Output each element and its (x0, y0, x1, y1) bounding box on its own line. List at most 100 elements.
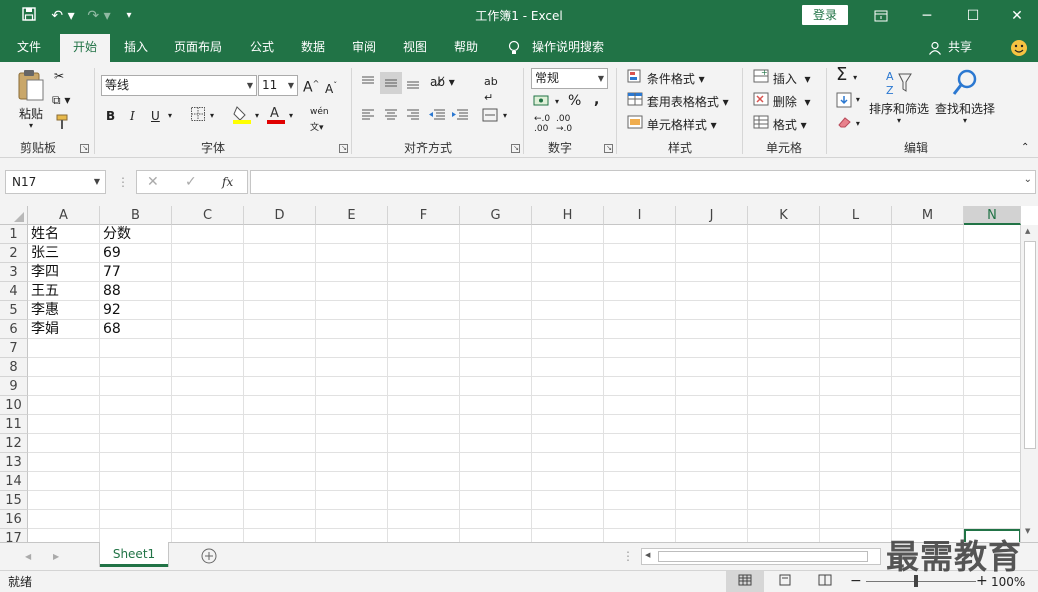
tell-me-search[interactable]: 操作说明搜索 (528, 32, 608, 62)
column-header[interactable]: B (100, 206, 172, 225)
font-color-icon[interactable]: A (266, 104, 286, 128)
column-header[interactable]: D (244, 206, 316, 225)
insert-function-icon[interactable]: fx (222, 174, 233, 190)
next-sheet-icon[interactable]: ▶ (53, 549, 59, 565)
cell[interactable]: 88 (100, 282, 172, 301)
formula-input[interactable]: ⌄ (250, 170, 1036, 194)
column-header[interactable]: K (748, 206, 820, 225)
increase-font-icon[interactable]: A^ (303, 76, 319, 96)
cut-icon[interactable]: ✂ (54, 68, 72, 84)
font-launcher-icon[interactable]: ↘ (339, 144, 348, 153)
cell[interactable]: 李惠 (28, 301, 100, 320)
row-header[interactable]: 15 (0, 491, 28, 510)
tab-help[interactable]: 帮助 (444, 32, 488, 62)
decrease-font-icon[interactable]: Aˇ (325, 78, 337, 97)
accounting-dropdown-icon[interactable]: ▾ (555, 94, 559, 110)
font-name-combo[interactable]: 等线 ▼ (101, 75, 257, 96)
row-header[interactable]: 3 (0, 263, 28, 282)
zoom-out-icon[interactable]: − (850, 573, 862, 589)
row-header[interactable]: 13 (0, 453, 28, 472)
font-size-combo[interactable]: 11 ▼ (258, 75, 298, 96)
fill-icon[interactable]: ▾ (836, 92, 860, 112)
cell[interactable]: 李四 (28, 263, 100, 282)
number-format-combo[interactable]: 常规 ▼ (531, 68, 608, 89)
cell[interactable]: 69 (100, 244, 172, 263)
normal-view-icon[interactable] (726, 571, 764, 592)
format-painter-icon[interactable] (54, 114, 72, 134)
scroll-left-icon[interactable]: ◀ (645, 551, 650, 559)
select-all-button[interactable] (0, 206, 28, 225)
column-header[interactable]: N (964, 206, 1021, 225)
decrease-indent-icon[interactable] (428, 108, 446, 126)
merge-dropdown-icon[interactable]: ▾ (503, 108, 507, 124)
align-right-icon[interactable] (405, 108, 421, 126)
row-header[interactable]: 1 (0, 225, 28, 244)
borders-dropdown-icon[interactable]: ▾ (210, 108, 214, 124)
cell[interactable]: 68 (100, 320, 172, 339)
tab-formulas[interactable]: 公式 (240, 32, 284, 62)
tab-insert[interactable]: 插入 (114, 32, 158, 62)
column-header[interactable]: A (28, 206, 100, 225)
sort-filter-button[interactable]: AZ 排序和筛选 ▾ (868, 69, 930, 125)
row-header[interactable]: 17 (0, 529, 28, 542)
vertical-scrollbar[interactable]: ▲ ▼ (1020, 225, 1038, 542)
format-as-table-button[interactable]: 套用表格格式 ▾ (627, 92, 729, 110)
underline-dropdown-icon[interactable]: ▾ (168, 108, 172, 124)
horizontal-scrollbar[interactable]: ◀ (641, 548, 881, 565)
comma-style-icon[interactable]: , (594, 92, 599, 108)
clear-icon[interactable]: ▾ (836, 116, 860, 132)
align-bottom-icon[interactable] (405, 74, 421, 94)
column-header[interactable]: C (172, 206, 244, 225)
minimize-button[interactable]: ─ (904, 0, 950, 32)
cancel-entry-icon[interactable]: ✕ (147, 174, 159, 190)
login-button[interactable]: 登录 (802, 5, 848, 25)
align-middle-icon[interactable] (380, 72, 402, 94)
increase-indent-icon[interactable] (451, 108, 469, 126)
row-header[interactable]: 11 (0, 415, 28, 434)
insert-cells-button[interactable]: + 插入 ▾ (753, 68, 811, 87)
increase-decimal-icon[interactable]: ←.0.00 (534, 114, 550, 134)
cell[interactable]: 分数 (100, 225, 172, 244)
fill-color-dropdown-icon[interactable]: ▾ (255, 108, 259, 124)
align-top-icon[interactable] (360, 74, 376, 94)
bold-button[interactable]: B (106, 108, 115, 124)
merge-center-icon[interactable] (482, 108, 498, 126)
row-header[interactable]: 14 (0, 472, 28, 491)
cell[interactable]: 92 (100, 301, 172, 320)
smiley-feedback-icon[interactable] (1008, 32, 1030, 62)
font-color-dropdown-icon[interactable]: ▾ (289, 108, 293, 124)
find-select-button[interactable]: 查找和选择 ▾ (932, 69, 998, 125)
cell[interactable]: 姓名 (28, 225, 100, 244)
name-box[interactable]: N17 ▼ (5, 170, 106, 194)
worksheet-grid[interactable]: ABCDEFGHIJKLMN 1 2 3 4 5 6 7 8 9 10 11 12 13 14 15 16 17… (0, 206, 1038, 542)
phonetic-guide-icon[interactable]: wén 文▾ (310, 104, 329, 136)
row-header[interactable]: 6 (0, 320, 28, 339)
delete-cells-button[interactable]: 删除 ▾ (753, 92, 811, 110)
column-header[interactable]: J (676, 206, 748, 225)
alignment-launcher-icon[interactable]: ↘ (511, 144, 520, 153)
column-header[interactable]: I (604, 206, 676, 225)
orientation-icon[interactable]: ab̸ ▾ (430, 74, 455, 90)
column-header[interactable]: H (532, 206, 604, 225)
zoom-slider[interactable] (866, 581, 976, 582)
row-header[interactable]: 2 (0, 244, 28, 263)
decrease-decimal-icon[interactable]: .00 →.0 (556, 114, 572, 134)
column-header[interactable]: M (892, 206, 964, 225)
format-cells-button[interactable]: 格式 ▾ (753, 115, 807, 133)
new-sheet-icon[interactable] (200, 547, 218, 569)
column-header[interactable]: L (820, 206, 892, 225)
row-header[interactable]: 9 (0, 377, 28, 396)
accounting-format-icon[interactable] (533, 94, 553, 112)
close-button[interactable]: ✕ (996, 0, 1038, 32)
tab-file[interactable]: 文件 (6, 32, 52, 62)
conditional-formatting-button[interactable]: 条件格式 ▾ (627, 69, 705, 87)
clipboard-launcher-icon[interactable]: ↘ (80, 144, 89, 153)
borders-icon[interactable] (190, 106, 206, 126)
cell[interactable]: 李娟 (28, 320, 100, 339)
vertical-scroll-thumb[interactable] (1024, 241, 1036, 449)
ribbon-display-options-icon[interactable] (858, 0, 904, 32)
confirm-entry-icon[interactable]: ✓ (185, 174, 197, 190)
name-box-dropdown-icon[interactable]: ▼ (94, 171, 100, 193)
tab-home[interactable]: 开始 (60, 34, 110, 62)
row-header[interactable]: 12 (0, 434, 28, 453)
